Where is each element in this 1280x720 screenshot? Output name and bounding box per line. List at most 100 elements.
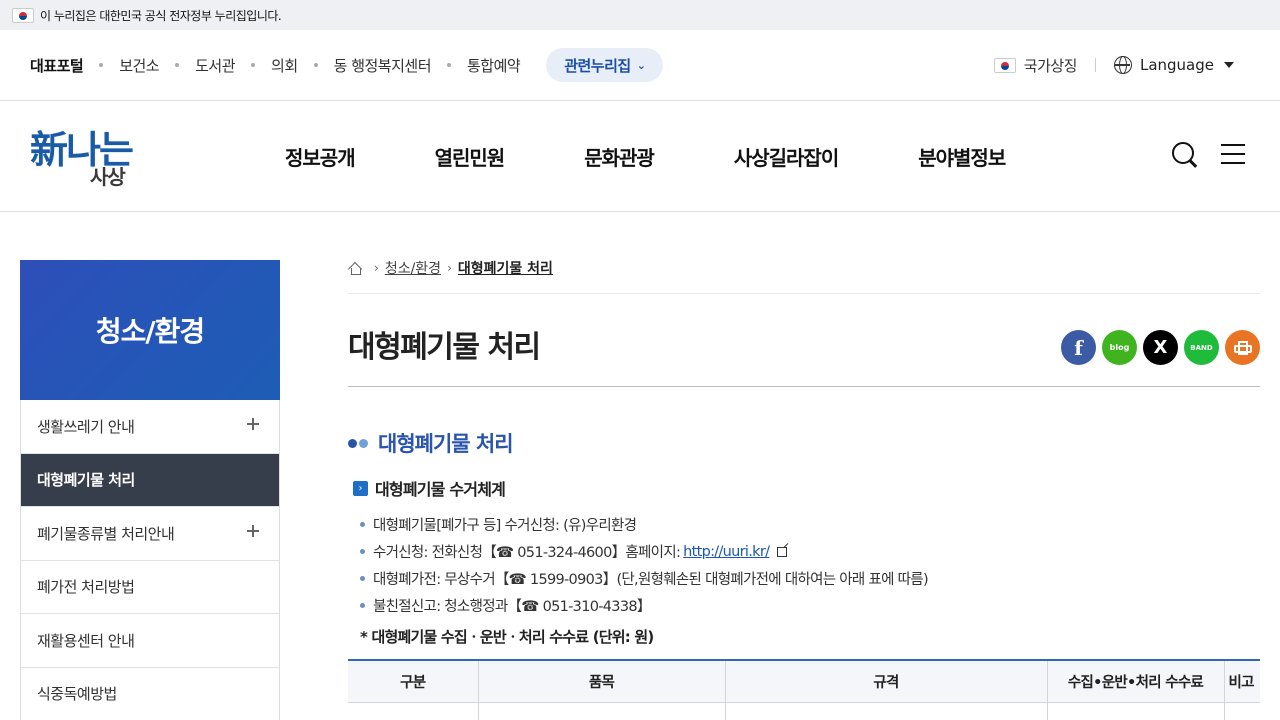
list-item: 불친절신고: 청소행정과【☎ 051-310-4338】 [360,592,928,619]
fee-note: * 대형폐기물 수집ㆍ운반ㆍ처리 수수료 (단위: 원) [360,628,654,646]
nav-item-info-disclosure[interactable]: 정보공개 [285,142,356,171]
nav-item-guide[interactable]: 사상길라잡이 [734,142,839,171]
chevron-right-icon: › [374,260,379,275]
arrow-box-icon: › [353,480,368,496]
site-header: 新나는 사상 정보공개 열린민원 문화관광 사상길라잡이 분야별정보 [0,101,1280,212]
korea-flag-icon [993,57,1016,73]
band-icon[interactable]: BAND [1184,330,1219,365]
korea-flag-icon [12,7,34,23]
side-menu-item[interactable]: 재활용센터 안내 [21,614,279,668]
separator-dot [175,63,180,67]
list-item-text: 수거신청: 전화신청【☎ 051-324-4600】홈페이지: [373,545,681,561]
top-link-portal[interactable]: 대표포털 [30,55,84,76]
list-item-text: 불친절신고: 청소행정과【☎ 051-310-4338】 [373,599,651,615]
share-buttons: f blog X BAND [1061,330,1260,365]
language-selector[interactable]: Language [1113,56,1234,74]
table-header: 수집•운반•처리 수수료 [1047,660,1225,703]
home-icon[interactable] [348,262,362,275]
top-link-council[interactable]: 의회 [271,55,298,76]
print-button[interactable] [1225,330,1260,365]
fee-table: 구분 품목 규격 수집•운반•처리 수수료 비고 [348,659,1260,720]
separator-dot [313,63,318,67]
list-item: 대형폐가전: 무상수거【☎ 1599-0903】(단,원형훼손된 대형폐가전에 … [360,565,929,592]
section-heading: 대형폐기물 처리 [348,428,514,458]
top-link-library[interactable]: 도서관 [195,55,235,76]
separator-dot [251,63,256,67]
site-logo[interactable]: 新나는 사상 [30,119,160,189]
nav-item-culture-tourism[interactable]: 문화관광 [584,142,655,171]
facebook-icon[interactable]: f [1061,330,1096,365]
top-link-health[interactable]: 보건소 [119,55,159,76]
page-title: 대형폐기물 처리 [348,330,541,365]
top-links: 대표포털 보건소 도서관 의회 동 행정복지센터 통합예약 관련누리집 ⌄ [30,30,664,100]
side-menu-item[interactable]: 폐가전 처리방법 [21,561,279,614]
table-header: 품목 [478,660,726,703]
plus-icon [247,525,259,537]
table-cell [478,702,726,720]
chevron-right-icon: › [447,260,452,275]
separator-dot [99,63,104,67]
side-menu: 생활쓰레기 안내 대형폐기물 처리 폐기물종류별 처리안내 폐가전 처리방법 재… [20,400,280,720]
x-icon[interactable]: X [1143,330,1178,365]
divider [1094,58,1096,72]
homepage-link[interactable]: http://uuri.kr/ [683,544,770,560]
list-item: 수거신청: 전화신청【☎ 051-324-4600】홈페이지: http://u… [360,538,928,565]
globe-icon [1113,56,1132,74]
related-sites-label: 관련누리집 [564,56,631,75]
side-menu-item-label: 폐기물종류별 처리안내 [37,524,175,543]
table-cell [725,702,1048,720]
related-sites-button[interactable]: 관련누리집 ⌄ [546,48,664,82]
side-menu-item-label: 식중독예방법 [37,685,117,704]
national-symbol-link[interactable]: 국가상징 [993,55,1078,76]
subsection-heading: › 대형폐기물 수거체계 [353,476,506,500]
list-item-text: 대형폐가전: 무상수거【☎ 1599-0903】(단,원형훼손된 대형폐가전에 … [373,572,929,588]
nav-item-civil-service[interactable]: 열린민원 [435,142,506,171]
section-heading-text: 대형폐기물 처리 [378,432,514,456]
table-header: 비고 [1224,660,1260,703]
main-navigation: 정보공개 열린민원 문화관광 사상길라잡이 분야별정보 [285,101,1085,211]
side-menu-item-active[interactable]: 대형폐기물 처리 [21,453,279,507]
logo-sub-text: 사상 [90,165,126,189]
printer-icon [1233,340,1252,355]
table-cell [348,702,479,720]
side-menu-title: 청소/환경 [20,260,280,400]
table-header: 구분 [348,660,479,703]
top-link-reservation[interactable]: 통합예약 [467,55,521,76]
title-divider [348,386,1260,387]
gov-banner: 이 누리집은 대한민국 공식 전자정부 누리집입니다. [0,0,1280,30]
national-symbol-label: 국가상징 [1023,56,1078,75]
nav-item-field-info[interactable]: 분야별정보 [918,142,1006,171]
list-item: 대형폐기물[폐가구 등] 수거신청: (유)우리환경 [360,511,928,538]
table-row [348,702,1260,720]
breadcrumb-link[interactable]: 청소/환경 [385,258,441,278]
breadcrumb: › 청소/환경 › 대형폐기물 처리 [348,256,1260,294]
subsection-heading-text: 대형폐기물 수거체계 [375,480,506,499]
table-header: 규격 [725,660,1048,703]
search-icon[interactable] [1172,142,1198,168]
table-cell [1224,702,1260,720]
side-menu-item[interactable]: 식중독예방법 [21,668,279,720]
gov-banner-text: 이 누리집은 대한민국 공식 전자정부 누리집입니다. [40,8,282,23]
side-menu-item-label: 대형폐기물 처리 [37,471,135,490]
side-menu-item-label: 재활용센터 안내 [37,631,135,650]
side-menu-item[interactable]: 생활쓰레기 안내 [21,400,279,454]
hamburger-menu-icon[interactable] [1221,144,1245,164]
chevron-down-icon: ⌄ [636,58,646,72]
top-utility-bar: 대표포털 보건소 도서관 의회 동 행정복지센터 통합예약 관련누리집 ⌄ 국가… [0,30,1280,101]
heading-dots-icon [348,438,370,448]
blog-icon[interactable]: blog [1102,330,1137,365]
breadcrumb-current[interactable]: 대형폐기물 처리 [458,258,553,278]
info-list: 대형폐기물[폐가구 등] 수거신청: (유)우리환경 수거신청: 전화신청【☎ … [360,511,929,619]
table-header-row: 구분 품목 규격 수집•운반•처리 수수료 비고 [348,660,1260,703]
separator-dot [447,63,451,67]
top-right-utilities: 국가상징 Language [993,30,1234,100]
language-label: Language [1139,56,1214,74]
plus-icon [247,418,259,430]
side-menu-item-label: 생활쓰레기 안내 [37,417,135,436]
caret-down-icon [1224,62,1234,68]
side-menu-item[interactable]: 폐기물종류별 처리안내 [21,507,279,561]
side-menu-item-label: 폐가전 처리방법 [37,578,135,597]
external-link-icon [777,546,788,557]
top-link-community-center[interactable]: 동 행정복지센터 [334,55,432,76]
list-item-text: 대형폐기물[폐가구 등] 수거신청: (유)우리환경 [373,518,637,534]
